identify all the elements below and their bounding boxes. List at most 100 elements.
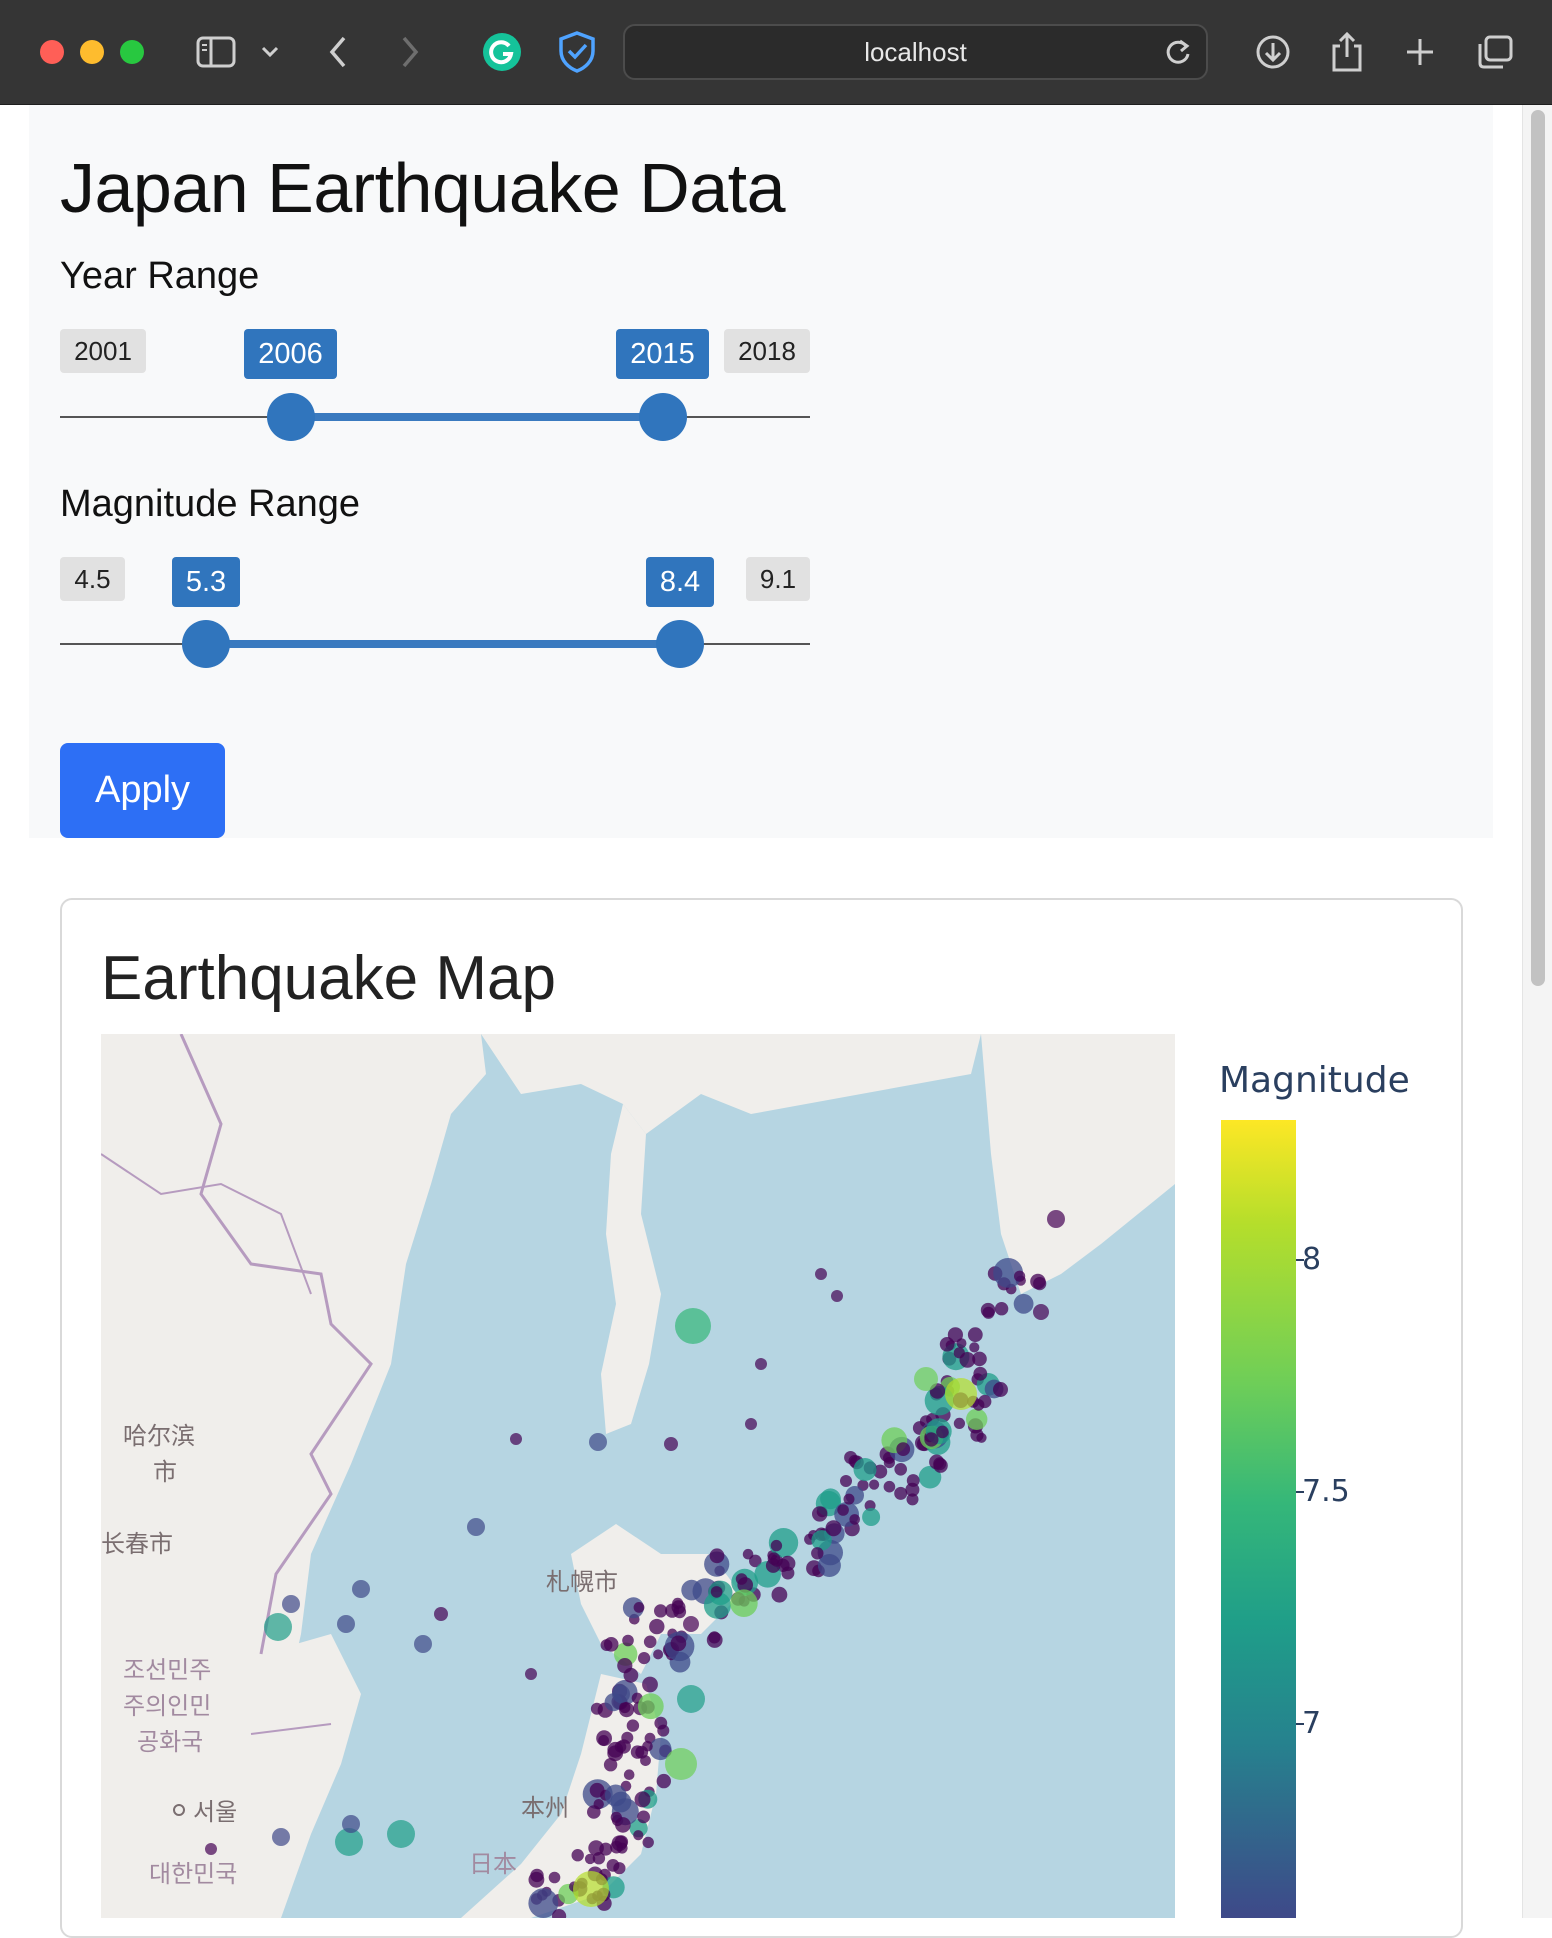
- earthquake-marker[interactable]: [825, 1520, 842, 1537]
- earthquake-marker[interactable]: [755, 1358, 767, 1370]
- earthquake-marker[interactable]: [634, 1791, 651, 1808]
- earthquake-marker[interactable]: [765, 1558, 781, 1573]
- minimize-window-button[interactable]: [80, 40, 104, 64]
- earthquake-marker[interactable]: [706, 1632, 723, 1648]
- close-window-button[interactable]: [40, 40, 64, 64]
- earthquake-marker[interactable]: [656, 1773, 671, 1789]
- earthquake-marker[interactable]: [843, 1493, 855, 1505]
- earthquake-marker[interactable]: [633, 1830, 644, 1841]
- earthquake-marker[interactable]: [621, 1731, 634, 1744]
- earthquake-marker[interactable]: [924, 1432, 939, 1447]
- earthquake-marker[interactable]: [598, 1735, 609, 1746]
- earthquake-marker[interactable]: [953, 1347, 965, 1359]
- earthquake-marker[interactable]: [1047, 1210, 1065, 1228]
- earthquake-marker[interactable]: [467, 1518, 485, 1536]
- earthquake-marker[interactable]: [525, 1668, 537, 1680]
- earthquake-marker[interactable]: [936, 1425, 949, 1439]
- earthquake-marker[interactable]: [654, 1716, 668, 1730]
- year-slider-low-handle[interactable]: [267, 393, 315, 441]
- earthquake-marker[interactable]: [610, 1811, 622, 1823]
- earthquake-marker[interactable]: [282, 1595, 300, 1613]
- earthquake-marker[interactable]: [664, 1437, 678, 1451]
- earthquake-marker[interactable]: [683, 1616, 699, 1632]
- address-bar[interactable]: localhost: [623, 24, 1208, 80]
- earthquake-marker[interactable]: [894, 1486, 908, 1500]
- earthquake-marker[interactable]: [709, 1548, 725, 1564]
- earthquake-marker[interactable]: [603, 1637, 619, 1652]
- earthquake-marker[interactable]: [969, 1342, 980, 1353]
- earthquake-marker[interactable]: [982, 1306, 995, 1319]
- reload-icon[interactable]: [1164, 38, 1192, 71]
- earthquake-marker[interactable]: [589, 1782, 605, 1798]
- new-tab-icon[interactable]: [1396, 28, 1444, 76]
- earthquake-marker[interactable]: [811, 1547, 824, 1560]
- shield-extension-icon[interactable]: [553, 28, 601, 76]
- earthquake-marker[interactable]: [649, 1618, 665, 1635]
- earthquake-marker[interactable]: [939, 1337, 955, 1352]
- earthquake-marker[interactable]: [837, 1504, 849, 1516]
- earthquake-marker[interactable]: [993, 1382, 1008, 1397]
- earthquake-marker[interactable]: [528, 1871, 545, 1888]
- earthquake-marker[interactable]: [619, 1701, 631, 1714]
- earthquake-marker[interactable]: [604, 1784, 627, 1807]
- chevron-down-icon[interactable]: [246, 28, 294, 76]
- earthquake-marker[interactable]: [945, 1378, 977, 1410]
- earthquake-marker[interactable]: [735, 1573, 748, 1585]
- earthquake-marker[interactable]: [849, 1514, 860, 1525]
- earthquake-marker[interactable]: [337, 1615, 355, 1633]
- zoom-window-button[interactable]: [120, 40, 144, 64]
- earthquake-marker[interactable]: [677, 1685, 705, 1713]
- earthquake-marker[interactable]: [745, 1418, 757, 1430]
- earthquake-marker[interactable]: [593, 1799, 604, 1810]
- earthquake-map[interactable]: 哈尔滨 市 长春市 札幌市 조선민주 주의인민 공화국 서울 대한민국 本州 日…: [101, 1034, 1175, 1918]
- earthquake-marker[interactable]: [633, 1602, 645, 1613]
- earthquake-marker[interactable]: [869, 1479, 880, 1490]
- earthquake-marker[interactable]: [622, 1634, 634, 1647]
- back-icon[interactable]: [314, 28, 362, 76]
- earthquake-marker[interactable]: [730, 1589, 758, 1617]
- earthquake-marker[interactable]: [681, 1579, 702, 1601]
- earthquake-marker[interactable]: [710, 1586, 723, 1598]
- earthquake-marker[interactable]: [840, 1475, 852, 1487]
- earthquake-marker[interactable]: [626, 1719, 640, 1732]
- earthquake-marker[interactable]: [966, 1408, 988, 1430]
- earthquake-marker[interactable]: [967, 1327, 983, 1343]
- earthquake-marker[interactable]: [264, 1613, 292, 1641]
- earthquake-marker[interactable]: [1014, 1270, 1026, 1282]
- earthquake-marker[interactable]: [1033, 1277, 1047, 1291]
- earthquake-marker[interactable]: [896, 1442, 911, 1456]
- earthquake-marker[interactable]: [771, 1586, 788, 1603]
- earthquake-marker[interactable]: [616, 1842, 628, 1854]
- earthquake-marker[interactable]: [510, 1433, 522, 1445]
- earthquake-marker[interactable]: [670, 1635, 687, 1652]
- earthquake-marker[interactable]: [906, 1474, 920, 1487]
- earthquake-marker[interactable]: [590, 1702, 603, 1715]
- earthquake-marker[interactable]: [612, 1685, 630, 1703]
- earthquake-marker[interactable]: [548, 1871, 561, 1884]
- earthquake-marker[interactable]: [953, 1417, 966, 1429]
- earthquake-marker[interactable]: [812, 1506, 828, 1522]
- earthquake-marker[interactable]: [642, 1836, 654, 1849]
- earthquake-marker[interactable]: [654, 1604, 668, 1618]
- earthquake-marker[interactable]: [815, 1268, 827, 1280]
- earthquake-marker[interactable]: [434, 1607, 448, 1621]
- earthquake-marker[interactable]: [623, 1667, 639, 1683]
- earthquake-marker[interactable]: [1033, 1304, 1049, 1320]
- earthquake-marker[interactable]: [573, 1871, 609, 1907]
- earthquake-marker[interactable]: [342, 1815, 360, 1833]
- earthquake-marker[interactable]: [653, 1649, 664, 1660]
- earthquake-marker[interactable]: [205, 1843, 217, 1855]
- tab-overview-icon[interactable]: [1471, 28, 1519, 76]
- earthquake-marker[interactable]: [637, 1810, 650, 1824]
- earthquake-marker[interactable]: [630, 1745, 645, 1759]
- earthquake-marker[interactable]: [994, 1302, 1009, 1316]
- earthquake-marker[interactable]: [272, 1828, 290, 1846]
- year-slider-high-handle[interactable]: [639, 393, 687, 441]
- earthquake-marker[interactable]: [831, 1290, 843, 1302]
- earthquake-marker[interactable]: [675, 1308, 711, 1344]
- scrollbar-thumb[interactable]: [1531, 110, 1545, 986]
- earthquake-marker[interactable]: [637, 1693, 664, 1720]
- earthquake-marker[interactable]: [665, 1748, 697, 1780]
- earthquake-marker[interactable]: [742, 1548, 754, 1560]
- earthquake-marker[interactable]: [853, 1458, 877, 1481]
